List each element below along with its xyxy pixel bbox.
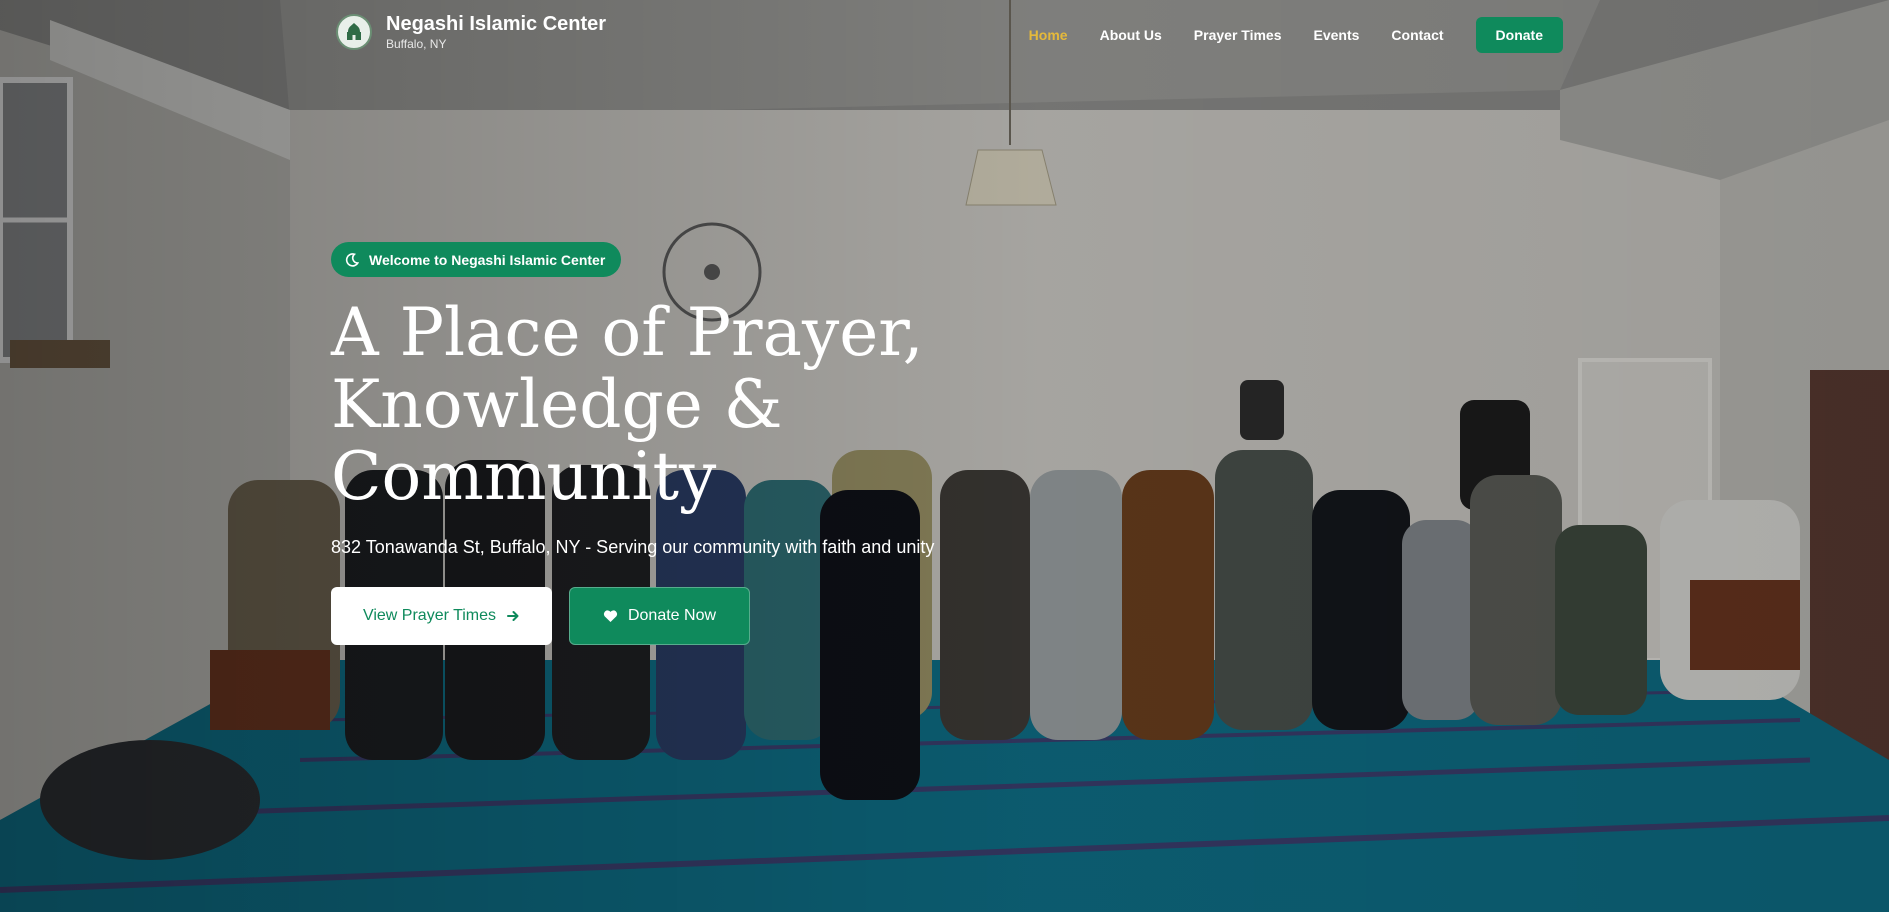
brand-location: Buffalo, NY xyxy=(386,37,447,51)
nav-home[interactable]: Home xyxy=(1029,27,1068,43)
brand[interactable]: Negashi Islamic Center Buffalo, NY xyxy=(336,12,606,52)
top-navigation-bar: Negashi Islamic Center Buffalo, NY Home … xyxy=(0,0,1889,72)
headline-line-3: Community xyxy=(331,438,717,515)
brand-text: Negashi Islamic Center Buffalo, NY xyxy=(386,12,606,52)
hero-content: Welcome to Negashi Islamic Center A Plac… xyxy=(331,242,1091,645)
nav-prayer-times[interactable]: Prayer Times xyxy=(1194,27,1282,43)
headline-line-2: Knowledge & xyxy=(331,366,783,443)
arrow-right-icon xyxy=(506,609,520,623)
moon-icon xyxy=(345,252,359,267)
view-prayer-times-button[interactable]: View Prayer Times xyxy=(331,587,552,645)
nav-contact[interactable]: Contact xyxy=(1391,27,1443,43)
nav-about-us[interactable]: About Us xyxy=(1100,27,1162,43)
hero-section: Negashi Islamic Center Buffalo, NY Home … xyxy=(0,0,1889,912)
headline-line-1: A Place of Prayer, xyxy=(331,294,924,371)
hero-headline: A Place of Prayer, Knowledge & Community xyxy=(331,297,1091,513)
donate-now-button[interactable]: Donate Now xyxy=(569,587,750,645)
hero-actions: View Prayer Times Donate Now xyxy=(331,587,1091,645)
hero-subtitle: 832 Tonawanda St, Buffalo, NY - Serving … xyxy=(331,537,935,557)
welcome-badge-label: Welcome to Negashi Islamic Center xyxy=(369,251,606,268)
main-nav: Home About Us Prayer Times Events Contac… xyxy=(997,17,1563,53)
heart-icon xyxy=(603,609,618,623)
mosque-logo-icon xyxy=(336,14,372,50)
header-donate-button[interactable]: Donate xyxy=(1475,17,1563,53)
donate-now-label: Donate Now xyxy=(627,607,717,624)
view-prayer-times-label: View Prayer Times xyxy=(362,607,497,624)
nav-events[interactable]: Events xyxy=(1314,27,1360,43)
welcome-badge: Welcome to Negashi Islamic Center xyxy=(331,242,622,277)
brand-name: Negashi Islamic Center xyxy=(386,13,607,35)
